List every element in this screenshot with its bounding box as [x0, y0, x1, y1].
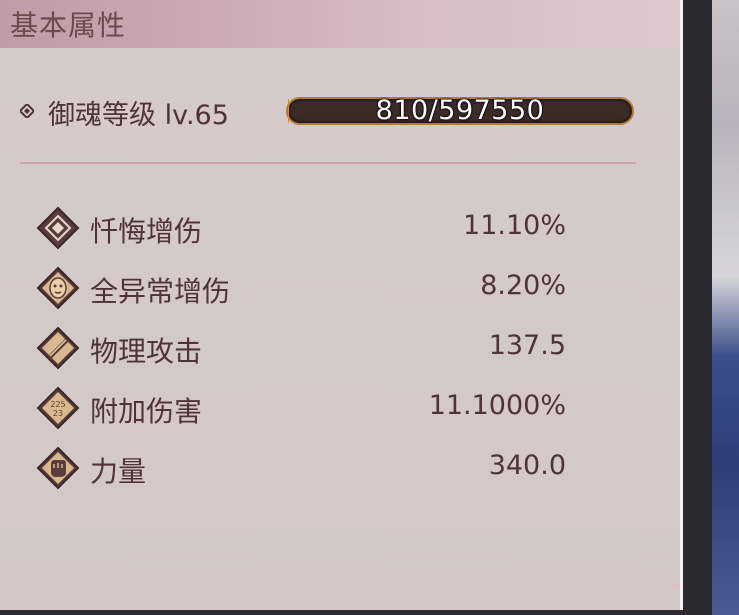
stat-row: 力量 340.0: [36, 444, 576, 490]
diamond-icon: [36, 206, 80, 250]
svg-text:23: 23: [53, 409, 63, 418]
mask-face-icon: [36, 266, 80, 310]
stat-row: 全异常增伤 8.20%: [36, 264, 576, 310]
attributes-panel: 基本属性 御魂等级 lv.65 810/597550 忏悔增伤 11.10% 全…: [0, 0, 683, 610]
stat-value: 11.10%: [463, 210, 566, 241]
stat-label: 附加伤害: [90, 395, 203, 428]
background-scene: [712, 0, 739, 615]
stat-row: 225 23 附加伤害 11.1000%: [36, 384, 576, 430]
level-label: 御魂等级 lv.65: [48, 100, 229, 131]
stat-value: 8.20%: [480, 270, 566, 301]
stat-label: 力量: [90, 455, 147, 488]
xp-progress-bar: 810/597550: [286, 95, 634, 126]
divider: [20, 162, 636, 164]
level-row: 御魂等级 lv.65 810/597550: [20, 93, 640, 133]
stat-label: 忏悔增伤: [90, 215, 203, 248]
svg-text:225: 225: [50, 400, 65, 409]
diamond-bullet-icon: [20, 104, 34, 118]
stat-label: 物理攻击: [90, 335, 203, 368]
stat-label: 全异常增伤: [90, 275, 231, 308]
corner-decoration: [672, 584, 680, 588]
blade-icon: [36, 326, 80, 370]
number-badge-icon: 225 23: [36, 386, 80, 430]
panel-title: 基本属性: [10, 9, 127, 42]
stat-value: 11.1000%: [428, 390, 566, 421]
stat-row: 物理攻击 137.5: [36, 324, 576, 370]
stat-value: 137.5: [488, 330, 566, 361]
panel-header: 基本属性: [0, 0, 680, 48]
fist-icon: [36, 446, 80, 490]
stat-value: 340.0: [488, 450, 566, 481]
stat-row: 忏悔增伤 11.10%: [36, 204, 576, 250]
xp-text: 810/597550: [375, 95, 545, 126]
